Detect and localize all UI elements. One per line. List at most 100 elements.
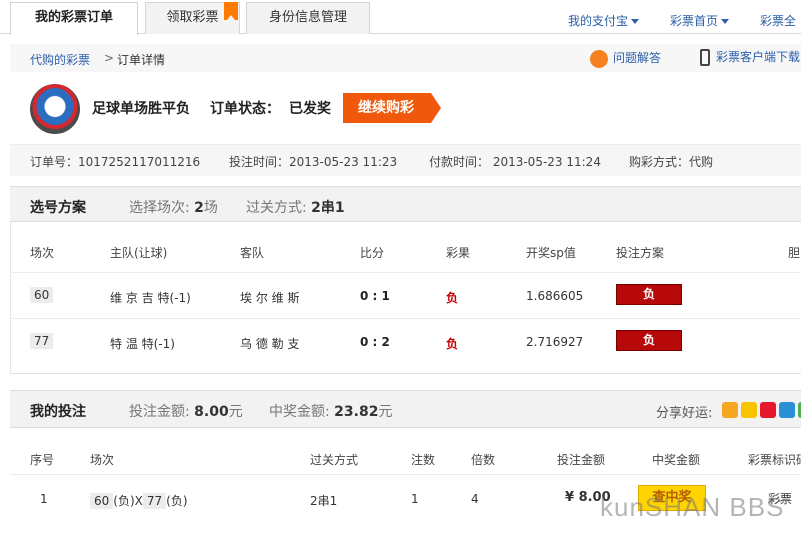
bet-amount-value: 8.00 (194, 404, 229, 420)
pay-time: 付款时间： 2013-05-23 11:24 (429, 155, 601, 169)
away-team: 乌 德 勒 支 (240, 337, 300, 351)
order-title: 足球单场胜平负 (92, 101, 190, 117)
col-header: 投注方案 (616, 246, 665, 260)
bet-matches: 60 (负)X 77 (负) (90, 492, 188, 509)
col-header: 场次 (90, 453, 115, 467)
bet-amount-unit: 元 (228, 404, 243, 420)
pass-value: 2串1 (311, 200, 345, 216)
continue-buy-button[interactable]: 继续购彩 (343, 93, 441, 123)
row-divider (10, 272, 801, 273)
share-weibo-icon[interactable] (760, 402, 776, 418)
chevron-down-icon (631, 19, 640, 24)
order-number: 订单号：1017252117011216 (30, 155, 201, 169)
matches-label: 选择场次: (129, 200, 190, 216)
selection-section-header: 选号方案 选择场次: 2场 过关方式: 2串1 (10, 186, 801, 222)
pass-label: 过关方式: (246, 200, 307, 216)
bet-notes: 1 (411, 492, 419, 506)
col-header: 彩票标识码 (748, 453, 801, 467)
bookmark-badge-icon (224, 2, 238, 20)
faq-link[interactable]: 问题解答 (590, 49, 661, 68)
row-divider (10, 318, 801, 319)
selection-pass: 过关方式: 2串1 (246, 197, 345, 217)
result: 负 (446, 291, 459, 305)
client-download-link[interactable]: 彩票客户端下载 (700, 48, 800, 66)
home-team: 特 温 特(-1) (110, 337, 175, 351)
match-id-badge: 77 (30, 333, 54, 349)
order-status-value: 已发奖 (289, 101, 331, 117)
selection-matches: 选择场次: 2场 (129, 197, 218, 217)
order-status-label: 订单状态： (210, 101, 280, 117)
col-header: 过关方式 (310, 453, 359, 467)
bet-option-button[interactable]: 负 (616, 284, 682, 305)
chevron-down-icon (721, 19, 730, 24)
my-bet-section-header: 我的投注 投注金额: 8.00元 中奖金额: 23.82元 分享好运: (10, 390, 801, 428)
col-header: 客队 (240, 246, 265, 260)
match-id-badge: 60 (30, 287, 54, 303)
match-id: 77 (30, 333, 54, 349)
alipay-menu-link[interactable]: 我的支付宝 (568, 12, 640, 29)
col-header: 序号 (30, 453, 55, 467)
prize-amount-unit: 元 (378, 404, 393, 420)
bet-option-button[interactable]: 负 (616, 330, 682, 351)
match-result: (负) (166, 494, 188, 508)
col-header: 主队(让球) (110, 246, 168, 260)
home-team: 维 京 吉 特(-1) (110, 291, 191, 305)
col-header: 胆 (788, 246, 801, 260)
match-id: 60 (30, 287, 54, 303)
top-tab-bar: 我的彩票订单 领取彩票 身份信息管理 我的支付宝 彩票首页 彩票全 (0, 0, 801, 35)
lottery-home-label: 彩票首页 (670, 14, 719, 28)
away-team: 埃 尔 维 斯 (240, 291, 300, 305)
tab-claim-tickets[interactable]: 领取彩票 (145, 2, 240, 34)
prize-amount-label: 中奖金额: (269, 404, 330, 420)
result: 负 (446, 337, 459, 351)
bet-amount: 投注金额: 8.00元 (129, 401, 243, 421)
matches-count: 2 (194, 200, 204, 216)
bet-multiple: 4 (471, 492, 479, 506)
share-taobao-icon[interactable] (722, 402, 738, 418)
alipay-label: 我的支付宝 (568, 14, 629, 28)
col-header: 场次 (30, 246, 55, 260)
score: 0 : 2 (360, 335, 390, 349)
row-divider (10, 474, 801, 475)
faq-label: 问题解答 (613, 51, 662, 65)
match-id-badge: 60 (90, 493, 114, 509)
bet-seq: 1 (40, 492, 48, 506)
col-header: 开奖sp值 (526, 246, 576, 260)
sp-value: 1.686605 (526, 289, 584, 303)
matches-unit: 场 (203, 200, 218, 216)
col-header: 倍数 (471, 453, 496, 467)
bet-amount-label: 投注金额: (129, 404, 190, 420)
selection-title: 选号方案 (30, 200, 86, 216)
tab-claim-label: 领取彩票 (166, 10, 219, 25)
col-header: 彩果 (446, 246, 471, 260)
share-renren-icon[interactable] (779, 402, 795, 418)
breadcrumb-separator: > (104, 51, 115, 65)
buy-method: 购彩方式：代购 (629, 155, 714, 169)
prize-amount-value: 23.82 (334, 404, 379, 420)
col-header: 中奖金额 (652, 453, 701, 467)
tab-my-orders[interactable]: 我的彩票订单 (10, 2, 138, 35)
bet-pass: 2串1 (310, 494, 338, 508)
client-download-label: 彩票客户端下载 (716, 50, 801, 64)
phone-icon (700, 49, 710, 66)
match-id-badge: 77 (142, 493, 167, 509)
football-logo-icon (30, 84, 80, 134)
col-header: 注数 (411, 453, 436, 467)
lottery-home-link[interactable]: 彩票首页 (670, 12, 730, 29)
score: 0 : 1 (360, 289, 390, 303)
share-qzone-icon[interactable] (741, 402, 757, 418)
col-header: 投注金额 (557, 453, 606, 467)
lottery-all-link[interactable]: 彩票全 (760, 12, 796, 29)
match-result: (负)X (113, 494, 143, 508)
kunshan-bbs-watermark: kunSHAN BBS (600, 492, 785, 522)
my-bet-title: 我的投注 (30, 404, 86, 420)
col-header: 比分 (360, 246, 385, 260)
breadcrumb: 代购的彩票 > 订单详情 问题解答 彩票客户端下载 (10, 44, 801, 72)
tab-identity[interactable]: 身份信息管理 (246, 2, 370, 34)
breadcrumb-parent-link[interactable]: 代购的彩票 (30, 51, 90, 68)
sp-value: 2.716927 (526, 335, 584, 349)
bet-time: 投注时间：2013-05-23 11:23 (229, 155, 398, 169)
help-bubble-icon (590, 49, 608, 68)
share-label: 分享好运: (656, 406, 713, 421)
breadcrumb-current: 订单详情 (117, 53, 166, 67)
